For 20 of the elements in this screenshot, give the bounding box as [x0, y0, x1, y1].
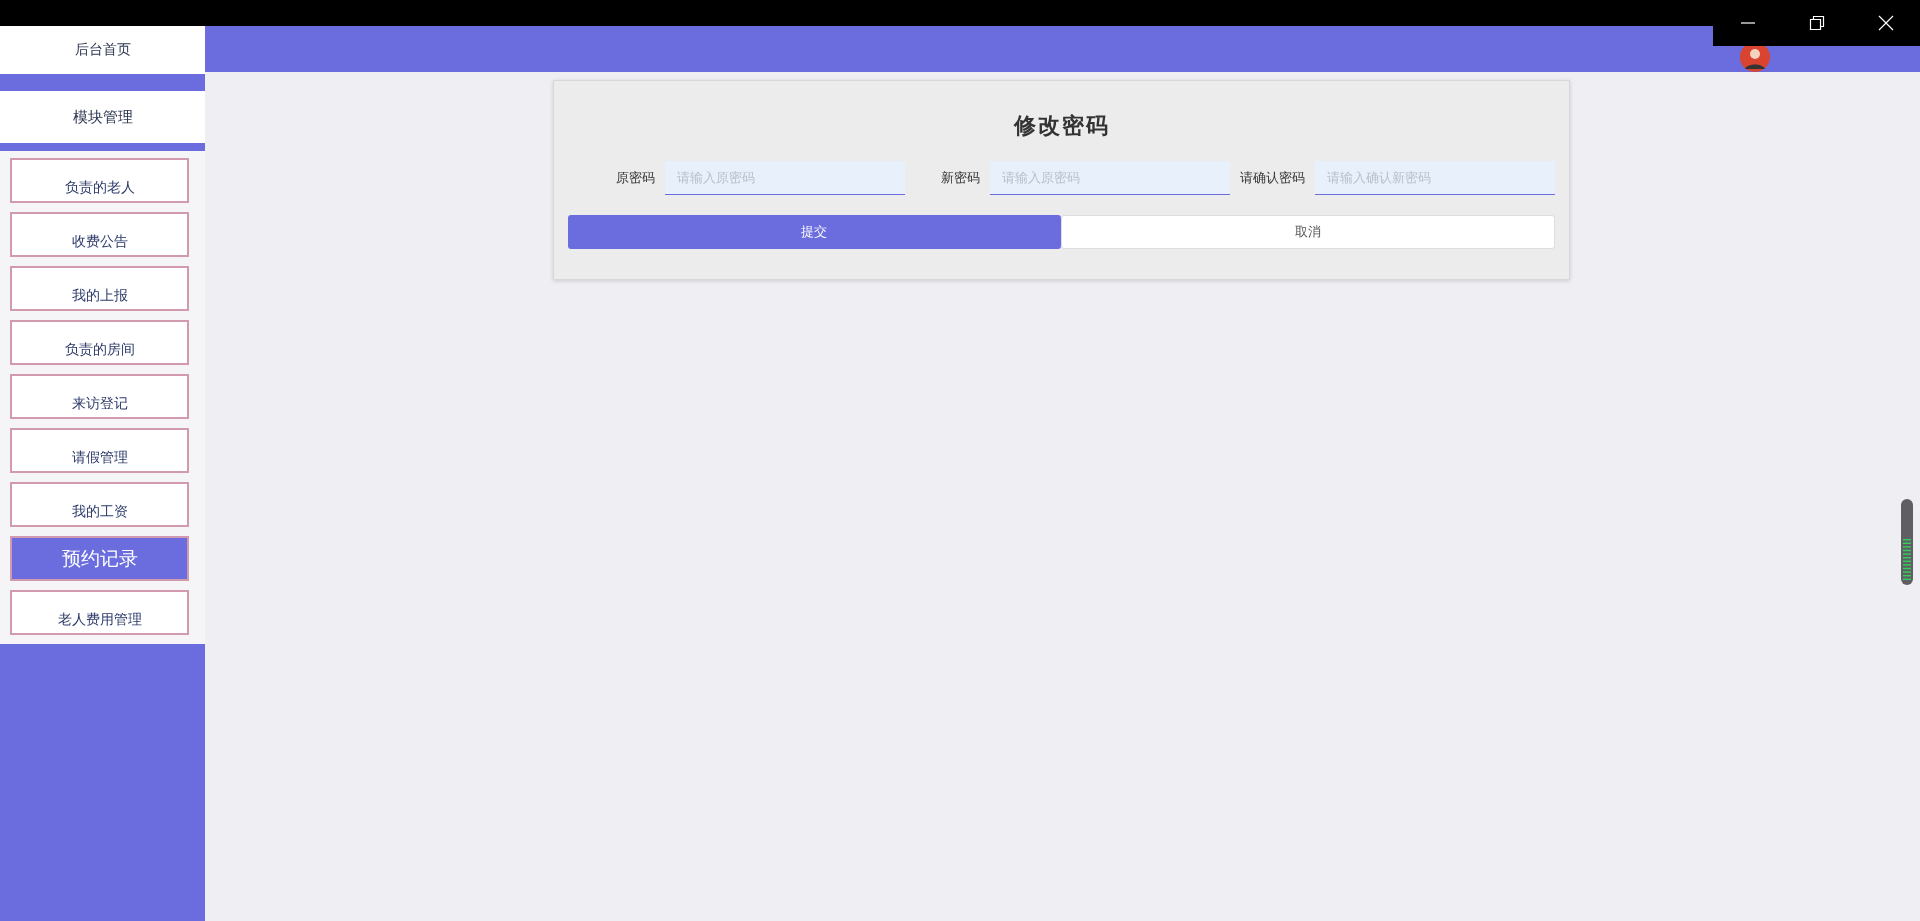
sidebar-item[interactable]: 我的上报 [10, 266, 189, 311]
sidebar-item[interactable]: 收费公告 [10, 212, 189, 257]
cancel-button[interactable]: 取消 [1060, 215, 1555, 249]
sidebar-item[interactable]: 请假管理 [10, 428, 189, 473]
field-label: 请确认密码 [1240, 169, 1305, 187]
sidebar-item[interactable]: 负责的老人 [10, 158, 189, 203]
submit-button[interactable]: 提交 [568, 215, 1061, 249]
sidebar-item[interactable]: 预约记录 [10, 536, 189, 581]
sidebar-item[interactable]: 老人费用管理 [10, 590, 189, 635]
sidebar-item[interactable]: 我的工资 [10, 482, 189, 527]
restore-icon[interactable] [1808, 15, 1825, 31]
close-icon[interactable] [1877, 15, 1894, 31]
field-label: 原密码 [616, 169, 655, 187]
sidebar-item[interactable]: 来访登记 [10, 374, 189, 419]
form-title: 修改密码 [1012, 111, 1111, 140]
sidebar-item[interactable]: 负责的房间 [10, 320, 189, 365]
section-heading: 模块管理 [0, 91, 205, 143]
scroll-indicator-icon [1901, 499, 1913, 585]
home-link[interactable]: 后台首页 [0, 26, 205, 74]
field-label: 新密码 [941, 169, 980, 187]
